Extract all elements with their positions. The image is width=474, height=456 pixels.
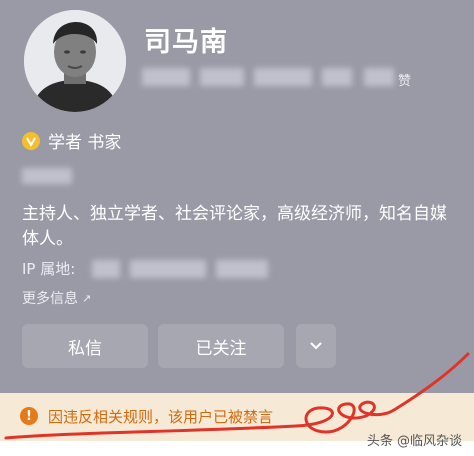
arrow-icon: ↗ <box>82 291 92 305</box>
ip-location-blurred <box>130 260 206 278</box>
follow-stats-blurred <box>200 68 244 86</box>
message-button-label: 私信 <box>68 338 102 359</box>
follow-stats-blurred <box>364 68 394 86</box>
message-button[interactable]: 私信 <box>22 324 148 368</box>
follow-stats-blurred <box>254 68 312 86</box>
more-options-button[interactable] <box>296 324 336 368</box>
warning-icon: ! <box>20 407 38 425</box>
follow-stats-blurred <box>142 68 190 86</box>
ban-notice-text: 因违反相关规则，该用户已被禁言 <box>48 408 274 426</box>
ip-location-blurred <box>92 260 120 278</box>
follow-button-label: 已关注 <box>195 338 247 359</box>
more-info-link[interactable]: 更多信息 ↗ <box>22 288 91 308</box>
verification-text: 学者 书家 <box>48 133 122 153</box>
likes-label: 赞 <box>398 74 412 89</box>
avatar-photo <box>24 10 126 112</box>
follow-button[interactable]: 已关注 <box>158 324 284 368</box>
more-info-label: 更多信息 <box>22 291 78 307</box>
verified-v-icon <box>22 131 40 150</box>
verification-badge: 学者 书家 <box>22 128 121 153</box>
blurred-info <box>22 168 72 184</box>
profile-bio: 主持人、独立学者、社会评论家，高级经济师，知名自媒体人。 <box>22 204 447 249</box>
watermark: 头条 @临风杂谈 <box>366 434 462 449</box>
profile-name: 司马南 <box>144 27 228 58</box>
ip-location-blurred <box>216 260 268 278</box>
ip-location-label: IP 属地: <box>22 260 76 278</box>
follow-stats-blurred <box>322 68 352 86</box>
chevron-down-icon <box>310 342 322 350</box>
avatar[interactable] <box>24 10 126 112</box>
